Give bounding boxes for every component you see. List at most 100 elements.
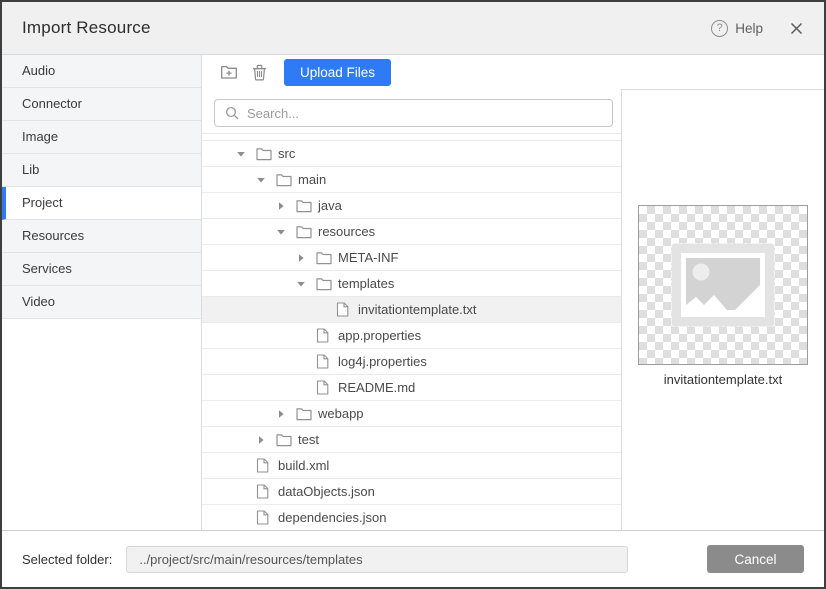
tree-row[interactable]: resources bbox=[202, 219, 621, 245]
dialog-header: Import Resource ? Help bbox=[2, 2, 824, 55]
selected-folder-input[interactable] bbox=[126, 546, 628, 573]
folder-icon bbox=[256, 147, 276, 161]
tree-row-label: src bbox=[276, 146, 295, 161]
tree-row[interactable]: java bbox=[202, 193, 621, 219]
tree-row[interactable]: build.xml bbox=[202, 453, 621, 479]
tree-row[interactable]: META-INF bbox=[202, 245, 621, 271]
file-icon bbox=[316, 328, 336, 343]
tree-row[interactable]: log4j.properties bbox=[202, 349, 621, 375]
tree-row[interactable]: invitationtemplate.txt bbox=[202, 297, 621, 323]
sidebar-item-services[interactable]: Services bbox=[2, 253, 201, 286]
sidebar-item-label: Audio bbox=[22, 63, 55, 78]
caret-right-icon[interactable] bbox=[256, 435, 276, 445]
sidebar-item-image[interactable]: Image bbox=[2, 121, 201, 154]
folder-icon bbox=[296, 199, 316, 213]
caret-down-icon[interactable] bbox=[296, 279, 316, 289]
sidebar-item-label: Services bbox=[22, 261, 72, 276]
delete-button[interactable] bbox=[244, 59, 274, 85]
caret-down-icon[interactable] bbox=[276, 227, 296, 237]
sidebar: Audio Connector Image Lib Project Resources Se… bbox=[2, 55, 202, 530]
tree-row-label: java bbox=[316, 198, 342, 213]
tree-row-label: dependencies.json bbox=[276, 510, 386, 525]
folder-icon bbox=[316, 277, 336, 291]
close-icon bbox=[789, 21, 804, 36]
file-icon bbox=[256, 458, 276, 473]
tree-row[interactable]: src bbox=[202, 141, 621, 167]
sidebar-item-label: Image bbox=[22, 129, 58, 144]
sidebar-item-project[interactable]: Project bbox=[2, 187, 201, 220]
new-folder-icon bbox=[220, 64, 238, 80]
tree-row[interactable]: dependencies.json bbox=[202, 505, 621, 530]
search-icon bbox=[225, 106, 239, 120]
dialog-footer: Selected folder: Cancel bbox=[2, 530, 824, 587]
close-button[interactable] bbox=[789, 21, 804, 36]
trash-icon bbox=[252, 64, 267, 81]
tree-row[interactable]: webapp bbox=[202, 401, 621, 427]
new-folder-button[interactable] bbox=[214, 59, 244, 85]
image-placeholder-icon bbox=[671, 243, 775, 327]
preview-image-box bbox=[638, 205, 808, 365]
sidebar-item-lib[interactable]: Lib bbox=[2, 154, 201, 187]
folder-icon bbox=[276, 173, 296, 187]
tree-row-label: README.md bbox=[336, 380, 415, 395]
dialog-title: Import Resource bbox=[22, 18, 151, 38]
tree-row-label: log4j.properties bbox=[336, 354, 427, 369]
file-icon bbox=[316, 354, 336, 369]
tree-row[interactable]: README.md bbox=[202, 375, 621, 401]
tree-row[interactable]: main bbox=[202, 167, 621, 193]
sidebar-item-resources[interactable]: Resources bbox=[2, 220, 201, 253]
sidebar-item-audio[interactable]: Audio bbox=[2, 55, 201, 88]
file-icon bbox=[256, 510, 276, 525]
file-icon bbox=[316, 380, 336, 395]
folder-icon bbox=[276, 433, 296, 447]
cancel-button[interactable]: Cancel bbox=[707, 545, 804, 573]
folder-icon bbox=[296, 225, 316, 239]
sidebar-item-label: Lib bbox=[22, 162, 39, 177]
caret-down-icon[interactable] bbox=[256, 175, 276, 185]
caret-right-icon[interactable] bbox=[276, 201, 296, 211]
toolbar: Upload Files bbox=[202, 55, 824, 89]
tree-row-label: META-INF bbox=[336, 250, 398, 265]
search-input[interactable] bbox=[247, 106, 602, 121]
tree-row-label: dataObjects.json bbox=[276, 484, 375, 499]
import-resource-dialog: Import Resource ? Help Audio Connector Ima… bbox=[0, 0, 826, 589]
tree-clipped-row bbox=[202, 133, 621, 141]
folder-icon bbox=[316, 251, 336, 265]
tree-row-label: webapp bbox=[316, 406, 364, 421]
sidebar-item-label: Resources bbox=[22, 228, 84, 243]
tree-row-label: main bbox=[296, 172, 326, 187]
file-tree: srcmain java resources META-INF templates inv… bbox=[202, 141, 621, 530]
sidebar-item-video[interactable]: Video bbox=[2, 286, 201, 319]
main-panel: Upload Files srcmain java resources META-IN… bbox=[202, 55, 824, 530]
tree-row-label: test bbox=[296, 432, 319, 447]
dialog-body: Audio Connector Image Lib Project Resources Se… bbox=[2, 55, 824, 530]
file-icon bbox=[256, 484, 276, 499]
search-box bbox=[214, 99, 613, 127]
file-icon bbox=[336, 302, 356, 317]
preview-panel: invitationtemplate.txt bbox=[622, 89, 824, 530]
tree-row[interactable]: templates bbox=[202, 271, 621, 297]
sidebar-item-label: Project bbox=[22, 195, 62, 210]
tree-row-label: templates bbox=[336, 276, 394, 291]
help-icon: ? bbox=[711, 20, 728, 37]
sidebar-item-connector[interactable]: Connector bbox=[2, 88, 201, 121]
help-button[interactable]: ? Help bbox=[711, 20, 763, 37]
caret-right-icon[interactable] bbox=[276, 409, 296, 419]
header-actions: ? Help bbox=[711, 20, 804, 37]
tree-row-label: invitationtemplate.txt bbox=[356, 302, 477, 317]
tree-row-label: resources bbox=[316, 224, 375, 239]
sidebar-item-label: Video bbox=[22, 294, 55, 309]
caret-down-icon[interactable] bbox=[236, 149, 256, 159]
tree-row[interactable]: dataObjects.json bbox=[202, 479, 621, 505]
content-area: srcmain java resources META-INF templates inv… bbox=[202, 89, 824, 530]
folder-icon bbox=[296, 407, 316, 421]
file-tree-panel: srcmain java resources META-INF templates inv… bbox=[202, 89, 622, 530]
tree-row-label: build.xml bbox=[276, 458, 329, 473]
upload-files-button[interactable]: Upload Files bbox=[284, 59, 391, 86]
caret-right-icon[interactable] bbox=[296, 253, 316, 263]
preview-caption: invitationtemplate.txt bbox=[622, 372, 824, 387]
tree-row[interactable]: app.properties bbox=[202, 323, 621, 349]
sidebar-item-label: Connector bbox=[22, 96, 82, 111]
tree-row[interactable]: test bbox=[202, 427, 621, 453]
selected-folder-label: Selected folder: bbox=[22, 552, 112, 567]
